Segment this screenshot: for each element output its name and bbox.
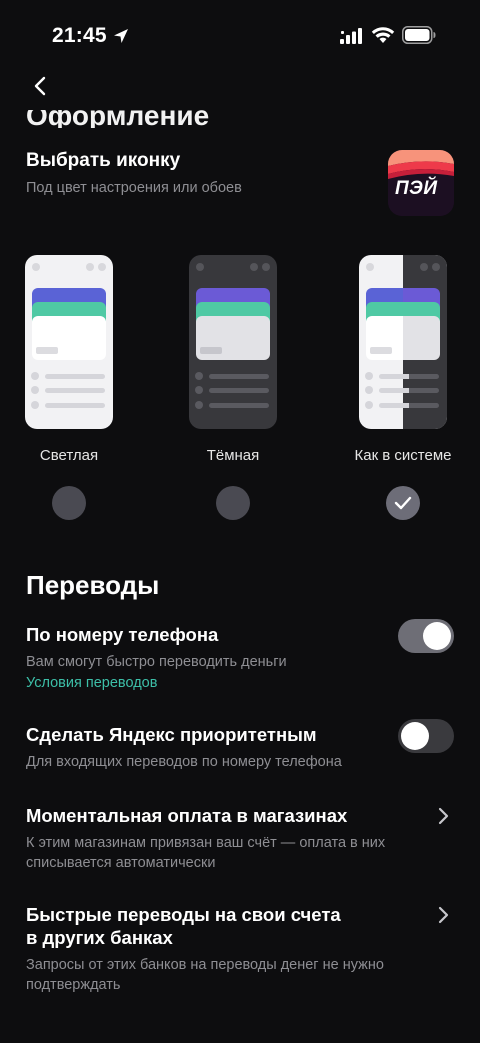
chevron-left-icon bbox=[34, 76, 46, 96]
theme-label-system: Как в системе bbox=[354, 447, 452, 464]
by-phone-setting: По номеру телефона Вам смогут быстро пер… bbox=[26, 619, 454, 693]
transfer-terms-link[interactable]: Условия переводов bbox=[26, 673, 454, 693]
choose-icon-row[interactable]: Выбрать иконку Под цвет настроения или о… bbox=[26, 150, 454, 220]
instant-pay-desc-2: списывается автоматически bbox=[26, 855, 216, 871]
theme-radio-light[interactable] bbox=[52, 486, 86, 520]
by-phone-title: По номеру телефона bbox=[26, 624, 219, 645]
theme-radio-system[interactable] bbox=[386, 486, 420, 520]
theme-label-dark: Тёмная bbox=[206, 447, 260, 464]
status-bar: 21:45 bbox=[0, 0, 480, 70]
theme-label-light: Светлая bbox=[39, 447, 99, 464]
priority-setting: Сделать Яндекс приоритетным Для входящих… bbox=[26, 719, 454, 772]
priority-title: Сделать Яндекс приоритетным bbox=[26, 724, 317, 745]
theme-option-dark[interactable]: Тёмная bbox=[178, 255, 288, 520]
location-arrow-icon bbox=[114, 29, 128, 43]
instant-pay-row[interactable]: Моментальная оплата в магазинах К этим м… bbox=[26, 804, 454, 873]
theme-option-system[interactable]: Как в системе bbox=[348, 255, 458, 520]
by-phone-toggle[interactable] bbox=[398, 619, 454, 653]
instant-pay-desc-1: К этим магазинам привязан ваш счёт — опл… bbox=[26, 835, 386, 851]
battery-icon bbox=[402, 26, 436, 44]
wifi-icon bbox=[371, 27, 395, 43]
priority-desc: Для входящих переводов по номеру телефон… bbox=[26, 754, 342, 770]
fast-transfers-title-1: Быстрые переводы на свои счета bbox=[26, 904, 341, 925]
system-theme-preview bbox=[359, 255, 447, 429]
checkmark-icon bbox=[394, 496, 412, 510]
instant-pay-title: Моментальная оплата в магазинах bbox=[26, 805, 348, 826]
app-icon-preview[interactable]: ПЭЙ bbox=[388, 150, 454, 216]
priority-toggle[interactable] bbox=[398, 719, 454, 753]
theme-radio-dark[interactable] bbox=[216, 486, 250, 520]
dark-theme-preview bbox=[189, 255, 277, 429]
fast-transfers-desc-1: Запросы от этих банков на переводы денег… bbox=[26, 957, 384, 973]
chevron-right-icon bbox=[438, 807, 449, 825]
fast-transfers-row[interactable]: Быстрые переводы на свои счета в других … bbox=[26, 903, 454, 995]
fast-transfers-title-2: в других банках bbox=[26, 927, 173, 948]
cellular-signal-icon bbox=[340, 28, 362, 44]
screen: 21:45 Оформление Выбрать иконку Под цвет… bbox=[0, 0, 480, 1043]
theme-option-light[interactable]: Светлая bbox=[14, 255, 124, 520]
transfers-section-title: Переводы bbox=[26, 570, 160, 600]
by-phone-desc: Вам смогут быстро переводить деньги bbox=[26, 654, 287, 670]
app-icon-text: ПЭЙ bbox=[395, 178, 438, 199]
status-time: 21:45 bbox=[52, 24, 107, 47]
light-theme-preview bbox=[25, 255, 113, 429]
chevron-right-icon bbox=[438, 906, 449, 924]
fast-transfers-desc-2: подтверждать bbox=[26, 977, 121, 993]
header-fade bbox=[0, 96, 480, 110]
